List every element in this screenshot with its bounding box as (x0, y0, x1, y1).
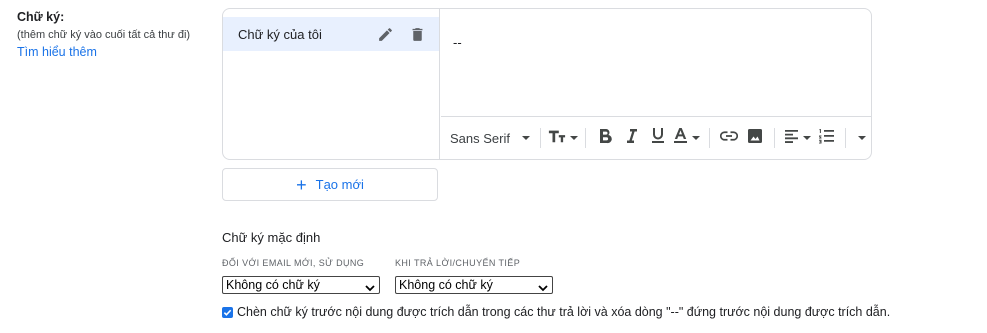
signature-item-label: Chữ ký của tôi (238, 26, 322, 42)
toolbar-divider (774, 128, 776, 148)
create-new-label: Tạo mới (315, 177, 364, 192)
insert-before-quote-row: Chèn chữ ký trước nội dung được trích dẫ… (222, 305, 890, 319)
signature-section-header: Chữ ký: (thêm chữ ký vào cuối tất cả thư… (17, 9, 217, 61)
font-size-button[interactable] (547, 124, 579, 152)
underline-icon (650, 127, 666, 149)
bold-icon (598, 128, 613, 149)
signature-panel: Chữ ký của tôi -- Sans Serif (222, 8, 872, 160)
link-icon (719, 129, 738, 147)
checkmark-icon (223, 309, 232, 316)
new-email-signature-select[interactable]: Không có chữ ký (222, 276, 380, 294)
insert-image-button[interactable] (742, 124, 768, 152)
font-family-label: Sans Serif (450, 130, 510, 146)
signature-list: Chữ ký của tôi (223, 9, 440, 159)
learn-more-link[interactable]: Tìm hiểu thêm (17, 44, 97, 60)
reply-forward-signature-value: Không có chữ ký (399, 278, 493, 292)
bold-button[interactable] (592, 124, 618, 152)
chevron-down-icon (857, 136, 866, 140)
chevron-down-icon (692, 136, 701, 140)
toolbar-divider (540, 128, 542, 148)
formatting-toolbar: Sans Serif (441, 116, 871, 159)
text-color-icon (673, 127, 688, 149)
signature-editor[interactable]: -- (441, 9, 871, 117)
default-signature-title: Chữ ký mặc định (222, 230, 321, 245)
toolbar-divider (585, 128, 587, 148)
font-family-select[interactable]: Sans Serif (450, 124, 534, 152)
italic-button[interactable] (618, 124, 644, 152)
underline-button[interactable] (645, 124, 671, 152)
align-button[interactable] (781, 124, 813, 152)
trash-icon[interactable] (407, 24, 427, 44)
reply-forward-label: KHI TRẢ LỜI/CHUYỂN TIẾP (395, 258, 521, 268)
italic-icon (625, 128, 639, 149)
chevron-down-icon (521, 136, 530, 140)
signature-list-item[interactable]: Chữ ký của tôi (223, 17, 439, 51)
chevron-down-icon (802, 136, 811, 140)
insert-before-quote-checkbox[interactable] (222, 306, 233, 318)
chevron-down-icon (570, 136, 579, 140)
insert-before-quote-label: Chèn chữ ký trước nội dung được trích dẫ… (237, 305, 891, 319)
align-left-icon (784, 129, 799, 148)
text-color-button[interactable] (671, 124, 703, 152)
toolbar-divider (845, 128, 847, 148)
chevron-down-icon (538, 281, 548, 295)
toolbar-divider (708, 128, 710, 148)
signature-subtitle: (thêm chữ ký vào cuối tất cả thư đi) (17, 29, 191, 41)
image-icon (747, 128, 763, 149)
create-new-signature-button[interactable]: + Tạo mới (222, 168, 438, 201)
pencil-icon[interactable] (375, 24, 395, 44)
numbered-list-icon (818, 128, 835, 149)
new-email-signature-value: Không có chữ ký (226, 278, 320, 292)
insert-link-button[interactable] (716, 124, 742, 152)
chevron-down-icon (365, 281, 375, 295)
plus-icon: + (296, 174, 307, 195)
new-email-label: ĐỐI VỚI EMAIL MỚI, SỬ DỤNG (222, 258, 365, 268)
numbered-list-button[interactable] (813, 124, 839, 152)
reply-forward-signature-select[interactable]: Không có chữ ký (395, 276, 553, 294)
signature-title: Chữ ký: (17, 10, 65, 24)
more-formatting-button[interactable] (852, 124, 871, 152)
text-size-icon (548, 128, 566, 149)
